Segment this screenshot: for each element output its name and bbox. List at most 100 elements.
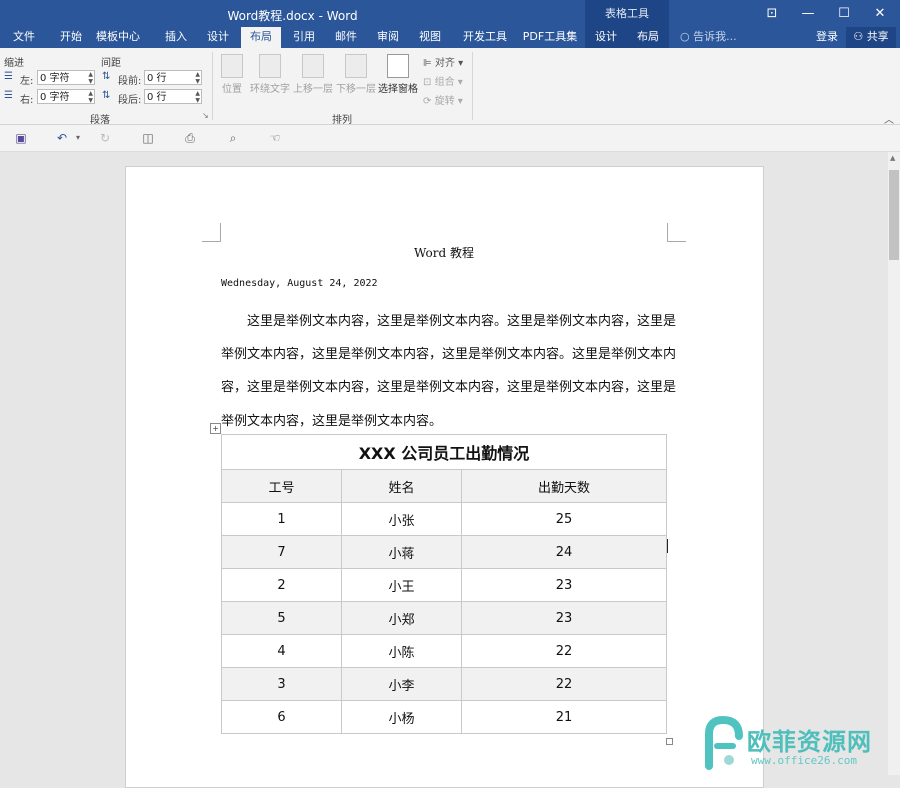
- tab-design[interactable]: 设计: [199, 27, 237, 48]
- tell-me-text: 告诉我...: [693, 30, 737, 43]
- minimize-button[interactable]: —: [790, 0, 826, 27]
- tab-home[interactable]: 开始: [52, 27, 90, 48]
- table-move-handle-icon[interactable]: +: [210, 423, 221, 434]
- wrap-text-icon: [259, 54, 281, 78]
- group-button[interactable]: ⊡ 组合 ▾: [423, 73, 463, 88]
- share-label: 共享: [866, 30, 889, 43]
- title-bar: Word教程.docx - Word 表格工具 ⊡ — ☐ ✕: [0, 0, 900, 27]
- redo-icon[interactable]: ↻: [97, 130, 113, 146]
- share-button[interactable]: ⚇ 共享: [846, 27, 896, 48]
- close-button[interactable]: ✕: [862, 0, 898, 27]
- indent-left-icon: ☰: [4, 71, 13, 82]
- spinner-arrows-icon[interactable]: ▲ ▼: [195, 71, 200, 85]
- position-label: 位置: [222, 84, 242, 95]
- spacing-before-value: 0 行: [147, 73, 167, 84]
- scroll-up-icon[interactable]: ▲: [890, 154, 895, 162]
- position-icon: [221, 54, 243, 78]
- collapse-ribbon-icon[interactable]: ︿: [884, 111, 894, 126]
- paragraph-line: 这里是举例文本内容，这里是举例文本内容。这里是举例文本内容，这里是: [221, 314, 677, 329]
- tab-template-center[interactable]: 模板中心: [88, 27, 148, 48]
- undo-dropdown-icon[interactable]: ▾: [70, 130, 86, 146]
- cell-days: 22: [460, 634, 668, 668]
- indent-right-input[interactable]: 0 字符 ▲ ▼: [37, 89, 95, 104]
- login-link[interactable]: 登录: [812, 27, 842, 48]
- indent-left-value: 0 字符: [40, 73, 70, 84]
- tab-table-layout[interactable]: 布局: [629, 27, 667, 48]
- maximize-button[interactable]: ☐: [826, 0, 862, 27]
- paragraph-group-label: 段落: [90, 115, 110, 126]
- tab-references[interactable]: 引用: [285, 27, 323, 48]
- attendance-table[interactable]: XXX 公司员工出勤情况 工号 姓名 出勤天数 1 小张 25 7 小蒋 2 4 …: [220, 434, 668, 734]
- dialog-launcher-icon[interactable]: ↘: [202, 111, 209, 120]
- spinner-arrows-icon[interactable]: ▲ ▼: [195, 90, 200, 104]
- send-backward-button[interactable]: 下移一层: [335, 54, 377, 95]
- tab-mailings[interactable]: 邮件: [327, 27, 365, 48]
- align-label: 对齐: [434, 58, 455, 69]
- bring-forward-label: 上移一层: [293, 84, 333, 95]
- wrap-text-button[interactable]: 环绕文字: [249, 54, 291, 95]
- rotate-label: 旋转: [434, 96, 455, 107]
- margin-corner-mark: [202, 223, 221, 242]
- cell-name: 小蒋: [341, 535, 462, 569]
- cell-name: 小张: [341, 502, 462, 536]
- brand-logo-icon: [705, 715, 743, 770]
- send-backward-label: 下移一层: [336, 84, 376, 95]
- tab-developer[interactable]: 开发工具: [455, 27, 515, 48]
- indent-right-value: 0 字符: [40, 92, 70, 103]
- spacing-before-input[interactable]: 0 行 ▲ ▼: [144, 70, 202, 85]
- margin-corner-mark: [667, 223, 686, 242]
- cell-days: 23: [460, 601, 668, 635]
- watermark-brand: 欧菲资源网: [747, 728, 872, 756]
- paragraph-line: 容，这里是举例文本内容，这里是举例文本内容，这里是举例文本内容，这里是: [221, 380, 677, 395]
- table-caption: XXX 公司员工出勤情况: [220, 434, 668, 470]
- cell-days: 23: [460, 568, 668, 602]
- selection-pane-button[interactable]: 选择窗格: [377, 54, 419, 95]
- person-icon: ⚇: [853, 30, 864, 43]
- indent-left-label: 左:: [20, 76, 34, 87]
- tab-pdf-tools[interactable]: PDF工具集: [520, 27, 580, 48]
- spacing-label: 间距: [101, 58, 121, 69]
- read-mode-icon[interactable]: ◫: [140, 130, 156, 146]
- group-label: 组合: [434, 77, 455, 88]
- indent-left-input[interactable]: 0 字符 ▲ ▼: [37, 70, 95, 85]
- spinner-arrows-icon[interactable]: ▲ ▼: [88, 90, 93, 104]
- position-button[interactable]: 位置: [218, 54, 246, 95]
- quick-access-toolbar: ▣ ↶ ▾ ↻ ◫ ⎙ ⌕ ☜: [0, 125, 900, 152]
- print-preview-icon[interactable]: ⌕: [225, 130, 241, 146]
- touch-mode-icon[interactable]: ☜: [267, 130, 283, 146]
- tab-insert[interactable]: 插入: [157, 27, 195, 48]
- undo-icon[interactable]: ↶: [54, 130, 70, 146]
- tab-view[interactable]: 视图: [411, 27, 449, 48]
- spacing-after-icon: ⇅: [102, 90, 111, 101]
- tab-review[interactable]: 审阅: [369, 27, 407, 48]
- spinner-arrows-icon[interactable]: ▲ ▼: [88, 71, 93, 85]
- cell-days: 25: [460, 502, 668, 536]
- tab-table-design[interactable]: 设计: [587, 27, 625, 48]
- ribbon-display-options-button[interactable]: ⊡: [754, 0, 790, 27]
- spacing-after-label: 段后:: [118, 95, 142, 106]
- cell-days: 22: [460, 667, 668, 701]
- table-resize-handle-icon[interactable]: [666, 738, 673, 745]
- spacing-after-input[interactable]: 0 行 ▲ ▼: [144, 89, 202, 104]
- scrollbar-thumb[interactable]: [889, 170, 899, 260]
- save-icon[interactable]: ▣: [13, 130, 29, 146]
- paragraph-line: 举例文本内容，这里是举例文本内容，这里是举例文本内容。这里是举例文本内: [221, 347, 677, 362]
- cell-name: 小王: [341, 568, 462, 602]
- bring-forward-button[interactable]: 上移一层: [292, 54, 334, 95]
- cell-name: 小郑: [341, 601, 462, 635]
- group-icon: ⊡: [423, 77, 432, 88]
- table-row: 7 小蒋 24: [221, 535, 668, 569]
- page-header-text: Word 教程: [414, 246, 474, 260]
- cell-id: 2: [221, 568, 342, 602]
- tab-layout[interactable]: 布局: [241, 27, 281, 48]
- table-row: 6 小杨 21: [221, 700, 668, 734]
- tell-me-box[interactable]: ○ 告诉我...: [680, 27, 740, 48]
- cell-id: 1: [221, 502, 342, 536]
- print-icon[interactable]: ⎙: [182, 130, 198, 146]
- table-row: 3 小李 22: [221, 667, 668, 701]
- align-button[interactable]: ⊫ 对齐 ▾: [423, 54, 463, 69]
- cell-id: 7: [221, 535, 342, 569]
- tab-file[interactable]: 文件: [4, 27, 44, 48]
- selection-pane-icon: [387, 54, 409, 78]
- rotate-button[interactable]: ⟳ 旋转 ▾: [423, 92, 463, 107]
